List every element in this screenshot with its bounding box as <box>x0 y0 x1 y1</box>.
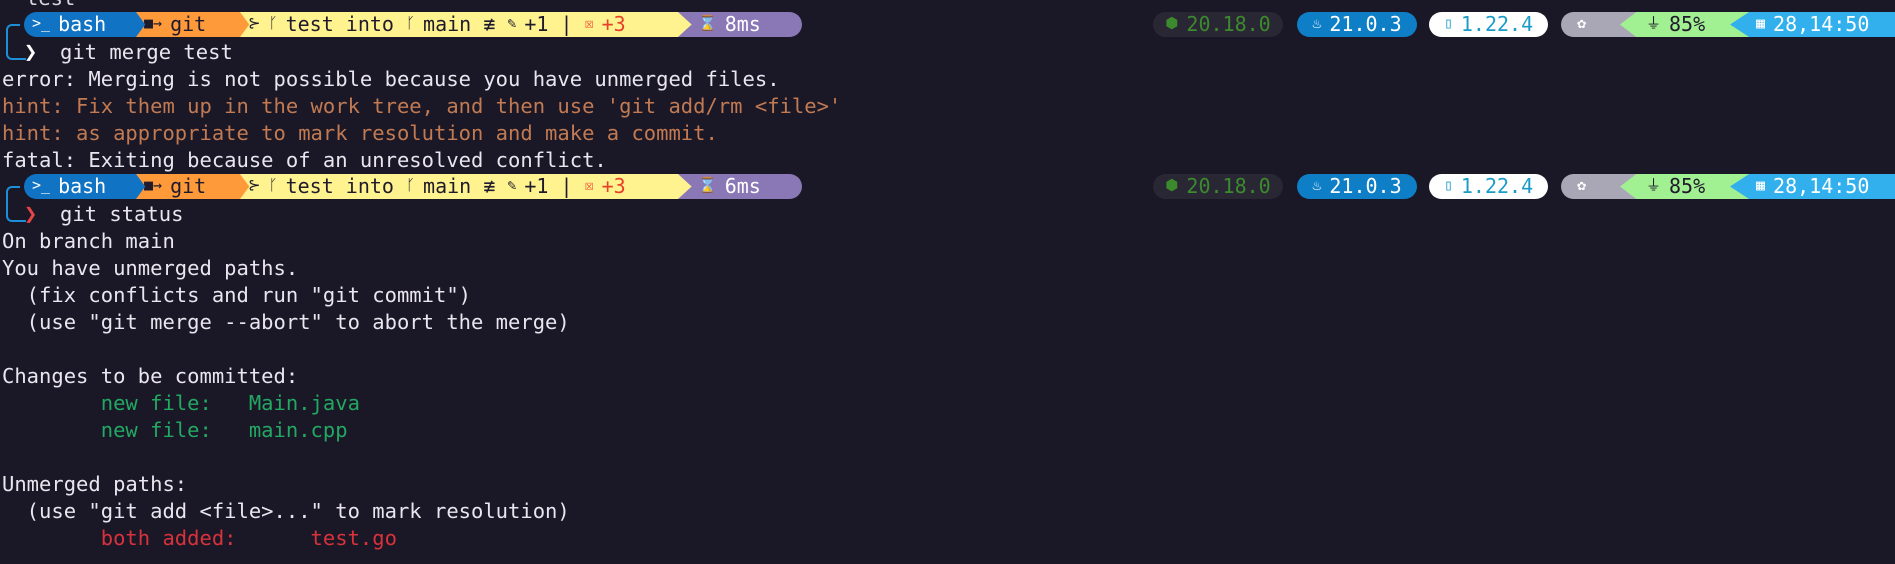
java-icon: ♨ <box>1312 176 1322 194</box>
merge-icon: ⊱ <box>248 14 261 32</box>
status-hint-line: (use "git add <file>..." to mark resolut… <box>2 499 570 523</box>
prompt-chevron-error-icon: ❯ <box>24 202 38 227</box>
command-text: git status <box>60 202 184 226</box>
folder-icon: ■→ <box>144 14 163 32</box>
timer-icon: ⌛ <box>698 176 717 194</box>
java-version-segment: ♨ 21.0.3 <box>1297 12 1417 37</box>
java-icon: ♨ <box>1312 14 1322 32</box>
status-hint-line: (fix conflicts and run "git commit") <box>2 283 471 307</box>
git-status-segment: ⊱ ᚴ test into ᚴ main ≢ ✎ +1 | ☒ +3 <box>240 174 703 199</box>
go-icon: ▯ <box>1443 176 1453 194</box>
fatal-line: fatal: Exiting because of an unresolved … <box>2 148 607 172</box>
terminal-icon: >_ <box>32 176 51 194</box>
branch-icon: ᚴ <box>268 176 278 194</box>
calendar-icon: ▦ <box>1756 14 1766 32</box>
node-version-segment: ⬢ 20.18.0 <box>1153 174 1283 199</box>
folder-icon: ■→ <box>144 176 163 194</box>
date-segment: ▦ 28,14:50 <box>1730 174 1895 199</box>
status-unmerged-line: You have unmerged paths. <box>2 256 299 280</box>
command-text: git merge test <box>60 40 233 64</box>
git-status-segment: ⊱ ᚴ test into ᚴ main ≢ ✎ +1 | ☒ +3 <box>240 12 703 37</box>
go-icon: ▯ <box>1443 14 1453 32</box>
merge-icon: ⊱ <box>248 176 261 194</box>
changes-header: Changes to be committed: <box>2 364 299 388</box>
status-hint-line: (use "git merge --abort" to abort the me… <box>2 310 570 334</box>
prompt-bar-2: >_ bash ■→ git ⊱ ᚴ test into ᚴ main ≢ ✎ +1 | ☒… <box>0 173 1895 200</box>
conflict-icon: ☒ <box>584 176 594 194</box>
date-segment: ▦ 28,14:50 <box>1730 12 1895 37</box>
duration-segment: ⌛ 6ms <box>678 174 802 199</box>
branch-icon: ᚴ <box>406 14 416 32</box>
status-branch-line: On branch main <box>2 229 175 253</box>
go-version-segment: ▯ 1.22.4 <box>1429 12 1548 37</box>
node-icon: ⬢ <box>1165 176 1179 194</box>
error-line: error: Merging is not possible because y… <box>2 67 780 91</box>
branch-icon: ᚴ <box>406 176 416 194</box>
prompt-connector <box>6 194 26 222</box>
unmerged-file-line: both added: test.go <box>2 526 397 550</box>
go-version-segment: ▯ 1.22.4 <box>1429 174 1548 199</box>
hint-line: hint: as appropriate to mark resolution … <box>2 121 718 145</box>
edit-icon: ✎ <box>507 176 517 194</box>
edit-icon: ✎ <box>507 14 517 32</box>
java-version-segment: ♨ 21.0.3 <box>1297 174 1417 199</box>
timer-icon: ⌛ <box>698 14 717 32</box>
os-icon: ✿ <box>1577 14 1587 32</box>
staged-file-line: new file: Main.java <box>2 391 360 415</box>
conflict-icon: ☒ <box>584 14 594 32</box>
branch-icon: ᚴ <box>268 14 278 32</box>
calendar-icon: ▦ <box>1756 176 1766 194</box>
duration-segment: ⌛ 8ms <box>678 12 802 37</box>
node-version-segment: ⬢ 20.18.0 <box>1153 12 1283 37</box>
prompt-chevron-icon: ❯ <box>24 40 38 65</box>
plug-icon: ⏚ <box>1646 14 1662 32</box>
os-icon: ✿ <box>1577 176 1587 194</box>
plug-icon: ⏚ <box>1646 176 1662 194</box>
prompt-bar-1: >_ bash ■→ git ⊱ ᚴ test into ᚴ main ≢ ✎ +1 | ☒… <box>0 11 1895 38</box>
terminal-icon: >_ <box>32 14 51 32</box>
hint-line: hint: Fix them up in the work tree, and … <box>2 94 842 118</box>
unmerged-header: Unmerged paths: <box>2 472 188 496</box>
prompt-connector <box>6 32 26 60</box>
staged-file-line: new file: main.cpp <box>2 418 348 442</box>
node-icon: ⬢ <box>1165 14 1179 32</box>
